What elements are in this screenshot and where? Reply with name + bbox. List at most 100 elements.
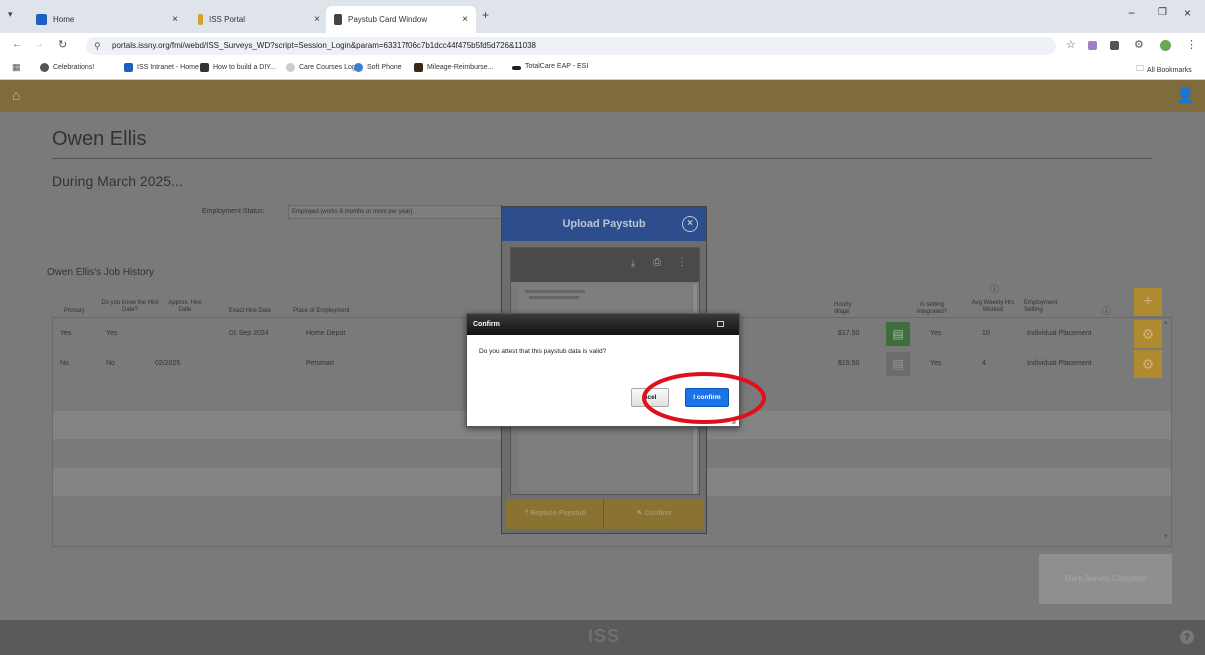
tab-title: ISS Portal (209, 15, 246, 24)
row2-hours: 4 (982, 360, 986, 367)
help-icon[interactable]: ? (1180, 630, 1194, 644)
row1-know-hire: Yes (106, 330, 118, 337)
bookmark-label: Celebrations! (53, 64, 95, 71)
modal-footer: ⤒ Replace Paystub ✎ Confirm (506, 499, 704, 529)
extension-icon[interactable] (1088, 41, 1097, 50)
app-header: ⌂ 👤 (0, 80, 1205, 112)
mark-survey-complete-button[interactable]: Mark Survey Complete (1039, 554, 1172, 604)
participant-name: Owen Ellis (52, 128, 147, 150)
row2-setting: Individual Placement (1027, 360, 1092, 367)
close-icon[interactable]: × (172, 14, 178, 25)
col-exact-hire-date: Exact Hire Date (229, 308, 272, 314)
home-icon[interactable]: ⌂ (12, 87, 20, 103)
user-icon[interactable]: 👤 (1176, 86, 1195, 104)
replace-paystub-button[interactable]: ⤒ Replace Paystub (508, 499, 604, 529)
maximize-icon[interactable] (717, 321, 724, 327)
restore-icon[interactable]: ❐ (1158, 7, 1167, 18)
col-place-of-employment: Place of Employment (293, 308, 350, 314)
scroll-down-icon[interactable]: ▾ (1164, 532, 1168, 540)
bookmark-soft-phone[interactable]: Soft Phone (354, 63, 402, 72)
apps-grid-icon[interactable]: ▦ (12, 62, 21, 73)
bookmark-label: Mileage-Reimburse... (427, 64, 494, 71)
download-icon[interactable]: ⤓ (631, 258, 635, 269)
tab-paystub-card-window[interactable]: Paystub Card Window × (326, 6, 476, 33)
footer-logo: ISS (588, 626, 621, 646)
bookmark-label: Soft Phone (367, 64, 402, 71)
col-primary: Primary (64, 308, 85, 314)
print-icon[interactable]: ⎙ (653, 257, 661, 268)
bookmark-icon (414, 63, 423, 72)
favicon-icon (334, 14, 342, 25)
employment-status-label: Employment Status: (202, 208, 265, 215)
confirm-paystub-button[interactable]: ✎ Confirm (606, 499, 702, 529)
row2-place: Petsmart (306, 360, 335, 367)
bookmark-star-icon[interactable]: ☆ (1066, 38, 1076, 51)
bookmark-icon (124, 63, 133, 72)
col-know-hire-date: Do you know the Hire Date? (101, 300, 159, 313)
url-input[interactable]: ⚲ portals.issny.org/fmi/webd/ISS_Surveys… (86, 37, 1056, 55)
extension-icon[interactable] (1110, 41, 1119, 50)
tab-menu-icon[interactable]: ▾ (8, 9, 13, 20)
close-icon[interactable]: × (314, 14, 320, 25)
bookmark-care-courses[interactable]: Care Courses Login (286, 63, 361, 72)
bookmarks-bar: ▦ Celebrations! ISS Intranet - Home How … (0, 58, 1205, 80)
pdf-toolbar: ⤓ ⎙ ⋮ (511, 248, 699, 282)
tab-title: Paystub Card Window (348, 15, 428, 24)
menu-kebab-icon[interactable]: ⋮ (1186, 38, 1197, 51)
site-info-icon[interactable]: ⚲ (94, 37, 101, 55)
close-icon[interactable]: × (682, 216, 698, 232)
favicon-icon (36, 14, 47, 25)
bookmark-icon (354, 63, 363, 72)
row1-place: Home Depot (306, 330, 346, 337)
button-label: Confirm (644, 510, 672, 517)
employment-status-select[interactable]: Employed (works 6 months or more per yea… (288, 205, 502, 219)
row1-primary: Yes (60, 330, 72, 337)
gear-icon[interactable]: ⚙ (1134, 320, 1162, 348)
bookmark-label: Care Courses Login (299, 64, 362, 71)
browser-tab-bar: ▾ Home × ISS Portal × Paystub Card Windo… (0, 0, 1205, 33)
tab-iss-portal[interactable]: ISS Portal × (190, 6, 328, 33)
row1-hours: 10 (982, 330, 990, 337)
reload-icon[interactable]: ↻ (58, 38, 67, 51)
col-hourly-wage: Hourly Wage (834, 302, 852, 315)
row2-wage: $16.50 (838, 360, 860, 367)
gear-icon[interactable]: ⚙ (1134, 350, 1162, 378)
bookmark-diy[interactable]: How to build a DIY... (200, 63, 276, 72)
info-icon[interactable]: ⓘ (990, 282, 999, 295)
new-tab-icon[interactable]: + (482, 8, 489, 22)
dialog-title: Confirm (473, 321, 500, 328)
row2-primary: No (60, 360, 69, 367)
scroll-up-icon[interactable]: ▴ (1164, 318, 1168, 326)
divider (52, 158, 1152, 159)
bookmark-icon (512, 66, 521, 70)
row1-integrated: Yes (930, 330, 942, 337)
favicon-icon (198, 14, 203, 25)
bookmark-icon (286, 63, 295, 72)
modal-header: Upload Paystub × (502, 207, 706, 241)
minimize-icon[interactable]: − (1128, 6, 1135, 20)
close-icon[interactable]: × (462, 14, 468, 25)
row2-integrated: Yes (930, 360, 942, 367)
back-icon[interactable]: ← (12, 39, 22, 50)
more-icon[interactable]: ⋮ (677, 257, 687, 268)
dialog-titlebar: Confirm (467, 314, 739, 335)
row1-exact-hire: 01 Sep 2024 (229, 330, 269, 337)
window-close-icon[interactable]: × (1184, 6, 1191, 20)
redacted-text (525, 290, 585, 293)
paystub-doc-icon[interactable]: ▤ (886, 352, 910, 376)
info-icon[interactable]: ⓘ (1102, 304, 1111, 317)
bookmark-iss-intranet[interactable]: ISS Intranet - Home (124, 63, 199, 72)
bookmark-mileage[interactable]: Mileage-Reimburse... (414, 63, 494, 72)
bookmark-totalcare[interactable]: TotalCare EAP - ESI (512, 63, 588, 70)
annotation-ellipse (642, 372, 766, 424)
bookmark-icon (40, 63, 49, 72)
bookmark-celebrations[interactable]: Celebrations! (40, 63, 94, 72)
row1-wage: $17.50 (838, 330, 860, 337)
profile-avatar[interactable] (1160, 40, 1171, 51)
forward-icon[interactable]: → (34, 39, 44, 50)
add-job-button[interactable]: + (1134, 288, 1162, 316)
extensions-puzzle-icon[interactable]: ⚙ (1134, 38, 1144, 51)
paystub-doc-icon[interactable]: ▤ (886, 322, 910, 346)
all-bookmarks[interactable]: 🗀 All Bookmarks (1136, 63, 1192, 77)
tab-home[interactable]: Home × (28, 6, 186, 33)
